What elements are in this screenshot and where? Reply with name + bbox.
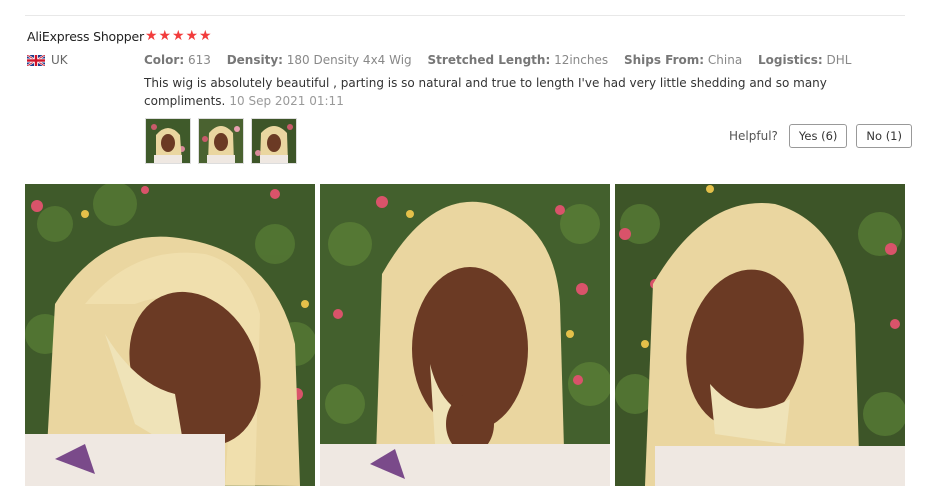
divider [25,15,905,16]
review-photo-gallery [25,184,910,486]
review-thumbnail[interactable] [145,118,191,164]
attribute-ships-from: Ships From: China [623,53,743,67]
review-thumbnails [145,118,304,164]
helpful-label: Helpful? [729,129,778,143]
review-thumbnail[interactable] [198,118,244,164]
review-photo[interactable] [615,184,905,486]
uk-flag-icon [27,54,45,66]
star-icon: ★ [145,28,158,44]
reviewer-country: UK [27,53,68,67]
review-photo[interactable] [25,184,315,486]
attribute-color: Color: 613 [144,53,211,67]
review-body: This wig is absolutely beautiful , parti… [144,75,844,110]
reviewer-name: AliExpress Shopper [27,29,144,44]
product-attributes: Color: 613 Density: 180 Density 4x4 Wig … [144,53,863,67]
helpful-vote: Helpful? Yes (6) No (1) [729,124,921,148]
review-thumbnail[interactable] [251,118,297,164]
helpful-no-button[interactable]: No (1) [856,124,912,148]
attribute-length: Stretched Length: 12inches [427,53,609,67]
review-date: 10 Sep 2021 01:11 [229,93,344,108]
star-icon: ★ [199,28,212,44]
country-label: UK [51,53,68,67]
star-icon: ★ [185,28,199,44]
helpful-yes-button[interactable]: Yes (6) [788,124,848,148]
rating-stars: ★ ★ ★ ★ ★ [145,29,213,43]
review-photo[interactable] [320,184,610,486]
attribute-density: Density: 180 Density 4x4 Wig [226,53,412,67]
star-icon: ★ [158,28,172,44]
attribute-logistics: Logistics: DHL [758,53,852,67]
star-icon: ★ [172,28,185,44]
